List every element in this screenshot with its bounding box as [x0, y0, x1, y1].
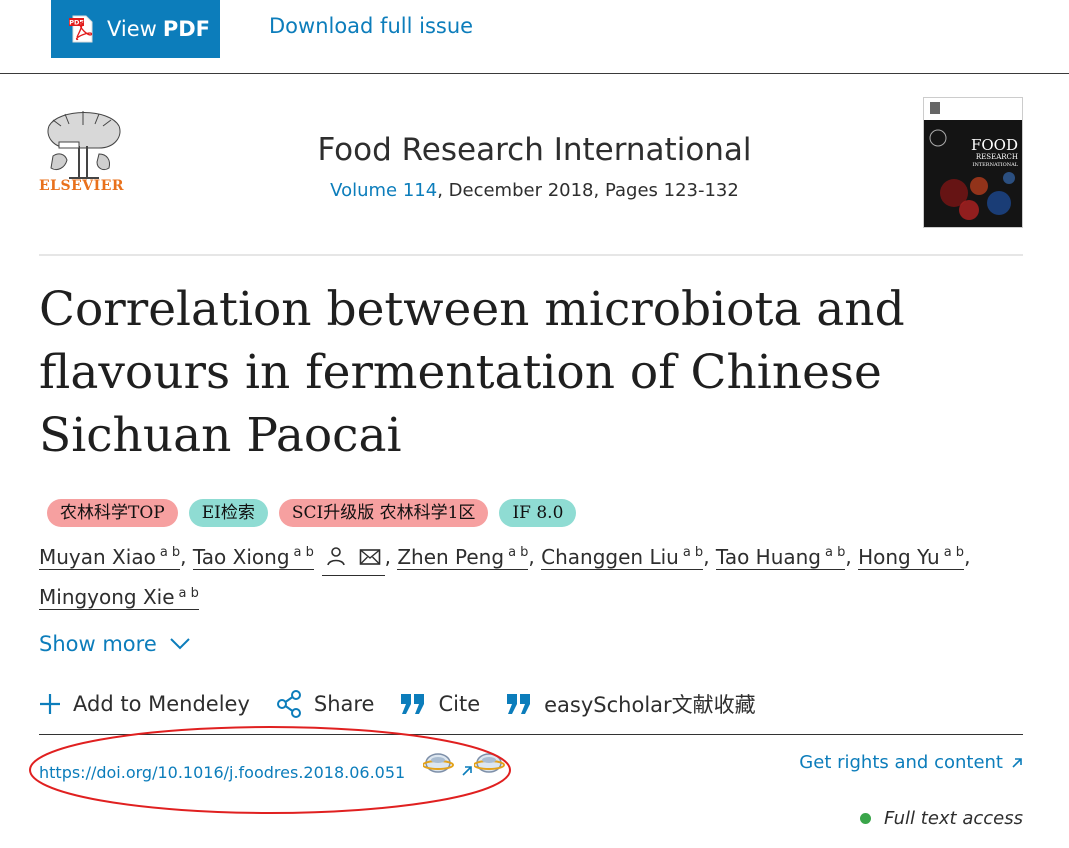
view-pdf-label: View	[107, 17, 157, 41]
view-pdf-label-bold: PDF	[162, 17, 211, 41]
ranking-badges: 农林科学TOP EI检索 SCI升级版 农林科学1区 IF 8.0	[47, 499, 577, 527]
article-title: Correlation between microbiota and flavo…	[39, 282, 905, 463]
top-toolbar: PDF View PDF Download full issue	[0, 0, 1069, 74]
badge-ei-index[interactable]: EI检索	[188, 499, 268, 527]
easyscholar-button[interactable]: easyScholar文献收藏	[506, 689, 756, 719]
journal-cover-image[interactable]: FOOD RESEARCH INTERNATIONAL	[923, 97, 1023, 228]
article-actions: Add to Mendeley Share Cite easyScholar文献…	[39, 689, 782, 719]
author-link[interactable]: Zhen Peng a b	[397, 544, 529, 570]
issue-date-pages: , December 2018, Pages 123-132	[437, 180, 739, 201]
chevron-down-icon	[170, 638, 190, 650]
author-link[interactable]: Changgen Liu a b	[541, 544, 704, 570]
journal-title[interactable]: Food Research International	[0, 132, 1069, 168]
author-link[interactable]: Mingyong Xie a b	[39, 585, 199, 611]
journal-cover-art: FOOD RESEARCH INTERNATIONAL	[924, 98, 1022, 227]
author-link[interactable]: Tao Huang a b	[715, 544, 846, 570]
author-link[interactable]: Muyan Xiao a b	[39, 544, 181, 570]
view-pdf-button[interactable]: PDF View PDF	[51, 0, 220, 58]
header-divider	[39, 254, 1023, 256]
author-link[interactable]: Tao Xiong a b	[192, 544, 314, 570]
email-icon	[359, 548, 380, 565]
svg-text:INTERNATIONAL: INTERNATIONAL	[972, 162, 1018, 168]
access-status: Full text access	[860, 808, 1023, 829]
corresponding-author-icons[interactable]	[322, 539, 385, 576]
quote-icon	[401, 694, 425, 714]
badge-impact-factor[interactable]: IF 8.0	[499, 499, 577, 527]
show-more-button[interactable]: Show more	[39, 632, 191, 656]
badge-agri-top[interactable]: 农林科学TOP	[47, 499, 178, 527]
journal-issue-info: Volume 114, December 2018, Pages 123-132	[0, 180, 1069, 201]
external-link-icon	[1012, 757, 1022, 768]
share-button[interactable]: Share	[276, 690, 374, 718]
access-status-dot	[860, 813, 872, 824]
svg-text:FOOD: FOOD	[971, 136, 1018, 154]
cite-button[interactable]: Cite	[400, 692, 480, 716]
author-list: Muyan Xiao a b, Tao Xiong a b , Zhen Peng a…	[39, 535, 1039, 615]
annotation-ellipse	[29, 726, 511, 814]
author-link[interactable]: Hong Yu a b	[858, 544, 965, 570]
show-more-label: Show more	[39, 632, 157, 656]
badge-sci-zone[interactable]: SCI升级版 农林科学1区	[278, 499, 489, 527]
volume-link[interactable]: Volume 114	[330, 180, 437, 201]
get-rights-link[interactable]: Get rights and content	[799, 752, 1023, 773]
svg-text:RESEARCH: RESEARCH	[976, 153, 1018, 161]
pdf-file-icon: PDF	[69, 15, 93, 43]
share-icon	[276, 690, 301, 718]
person-icon	[327, 546, 346, 565]
add-to-mendeley-button[interactable]: Add to Mendeley	[39, 692, 250, 716]
quote-icon	[507, 694, 531, 714]
download-full-issue-link[interactable]: Download full issue	[269, 14, 473, 38]
plus-icon	[40, 694, 60, 714]
